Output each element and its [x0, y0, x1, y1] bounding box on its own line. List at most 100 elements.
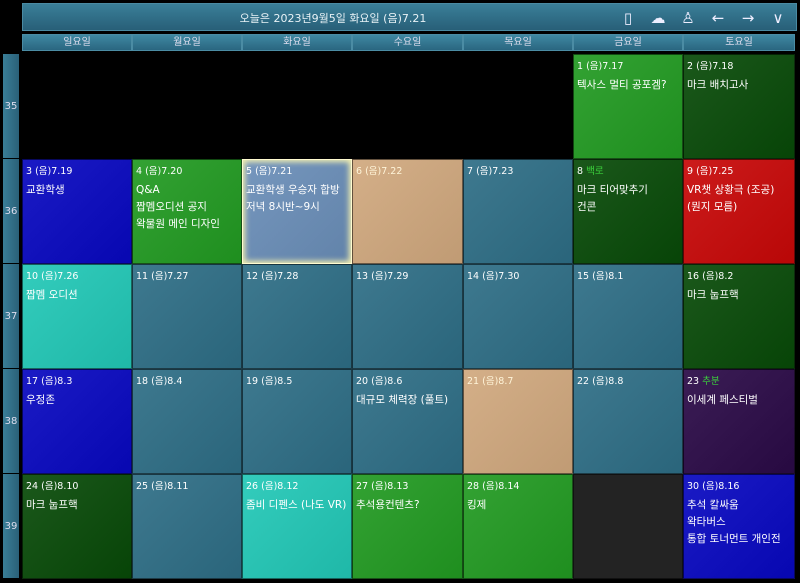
event-item[interactable]: 마크 티어맞추기	[577, 182, 679, 199]
day-header: 16 (음)8.2	[687, 268, 791, 282]
day-number: 19	[246, 376, 259, 387]
event-item[interactable]: 짭멤 오디션	[26, 287, 128, 304]
day-cell[interactable]: 2 (음)7.18 마크 배치고사	[683, 54, 795, 159]
day-header: 1 (음)7.17	[577, 58, 679, 72]
day-number: 16	[687, 271, 700, 282]
week-number: 36	[3, 159, 19, 263]
lunar-date: (음)8.11	[151, 481, 189, 492]
day-cell[interactable]: 7 (음)7.23	[463, 159, 573, 264]
day-cell[interactable]: 16 (음)8.2 마크 눕프핵	[683, 264, 795, 369]
event-item[interactable]: 통합 토너먼트 개인전	[687, 531, 791, 548]
lunar-date: (음)7.23	[476, 166, 514, 177]
day-number: 3	[26, 166, 33, 177]
arrow-left-icon[interactable]: ←	[708, 8, 728, 28]
day-cell[interactable]: 20 (음)8.6 대규모 체력장 (풀트)	[352, 369, 463, 474]
event-item[interactable]: 킹제	[467, 497, 569, 514]
event-item[interactable]: 짭멤오디션 공지	[136, 199, 238, 216]
event-item[interactable]: 대규모 체력장 (풀트)	[356, 392, 459, 409]
day-cell[interactable]	[22, 54, 132, 159]
day-cell[interactable]	[242, 54, 352, 159]
day-cell[interactable]: 13 (음)7.29	[352, 264, 463, 369]
day-cell[interactable]: 3 (음)7.19 교환학생	[22, 159, 132, 264]
day-cell[interactable]: 28 (음)8.14 킹제	[463, 474, 573, 579]
event-item[interactable]: 마크 눕프핵	[687, 287, 791, 304]
day-header: 20 (음)8.6	[356, 373, 459, 387]
event-item[interactable]: 추석 칼싸움	[687, 497, 791, 514]
day-cell[interactable]: 12 (음)7.28	[242, 264, 352, 369]
phone-icon[interactable]: ▯	[618, 8, 638, 28]
lunar-date: (음)7.27	[151, 271, 189, 282]
event-item[interactable]: 교환학생 우승자 합방	[246, 182, 348, 199]
event-item[interactable]: 이세계 페스티벌	[687, 392, 791, 409]
day-cell[interactable]	[352, 54, 463, 159]
day-cell[interactable]: 11 (음)7.27	[132, 264, 242, 369]
event-item[interactable]: 건콘	[577, 199, 679, 216]
day-cell[interactable]: 14 (음)7.30	[463, 264, 573, 369]
day-cell[interactable]: 6 (음)7.22	[352, 159, 463, 264]
day-cell[interactable]: 1 (음)7.17 텍사스 멀티 공포겜?	[573, 54, 683, 159]
event-item[interactable]: 추석용컨텐츠?	[356, 497, 459, 514]
day-number: 15	[577, 271, 590, 282]
weekday-header: 월요일	[132, 34, 242, 51]
day-header: 25 (음)8.11	[136, 478, 238, 492]
day-header: 30 (음)8.16	[687, 478, 791, 492]
day-header: 9 (음)7.25	[687, 163, 791, 177]
event-item[interactable]: VR챗 상황극 (조공)	[687, 182, 791, 199]
event-item[interactable]: 교환학생	[26, 182, 128, 199]
day-header: 24 (음)8.10	[26, 478, 128, 492]
event-item[interactable]: 왁물원 메인 디자인	[136, 216, 238, 233]
day-header: 6 (음)7.22	[356, 163, 459, 177]
day-cell[interactable]: 26 (음)8.12 좀비 디펜스 (나도 VR)	[242, 474, 352, 579]
day-number: 1	[577, 61, 584, 72]
day-number: 28	[467, 481, 480, 492]
day-cell[interactable]: 8 백로마크 티어맞추기 건콘	[573, 159, 683, 264]
lunar-date: (음)8.8	[592, 376, 624, 387]
day-cell[interactable]: 21 (음)8.7	[463, 369, 573, 474]
event-item[interactable]: 저녁 8시반~9시	[246, 199, 348, 216]
chevron-down-icon[interactable]: ∨	[768, 8, 788, 28]
event-item[interactable]: 텍사스 멀티 공포겜?	[577, 77, 679, 94]
day-number: 25	[136, 481, 149, 492]
day-number: 26	[246, 481, 259, 492]
day-number: 6	[356, 166, 363, 177]
event-item[interactable]: 마크 배치고사	[687, 77, 791, 94]
lunar-date: (음)8.14	[482, 481, 520, 492]
day-cell[interactable]: 24 (음)8.10 마크 눕프핵	[22, 474, 132, 579]
lunar-date: (음)7.19	[35, 166, 73, 177]
day-cell[interactable]: 25 (음)8.11	[132, 474, 242, 579]
day-cell[interactable]: 18 (음)8.4	[132, 369, 242, 474]
day-cell[interactable]: 5 (음)7.21 교환학생 우승자 합방 저녁 8시반~9시	[242, 159, 352, 264]
day-cell[interactable]: 9 (음)7.25 VR챗 상황극 (조공) (뭔지 모름)	[683, 159, 795, 264]
day-number: 17	[26, 376, 39, 387]
event-item[interactable]: Q&A	[136, 182, 238, 199]
day-cell[interactable]: 15 (음)8.1	[573, 264, 683, 369]
day-cell[interactable]: 19 (음)8.5	[242, 369, 352, 474]
day-cell[interactable]: 30 (음)8.16 추석 칼싸움 왁타버스 통합 토너먼트 개인전	[683, 474, 795, 579]
event-item[interactable]: 왁타버스	[687, 514, 791, 531]
day-cell[interactable]: 23 추분 이세계 페스티벌	[683, 369, 795, 474]
event-item[interactable]: 우정존	[26, 392, 128, 409]
lunar-date: (음)7.29	[371, 271, 409, 282]
event-item[interactable]: 마크 눕프핵	[26, 497, 128, 514]
cloud-check-icon[interactable]: ☁	[648, 8, 668, 28]
day-cell[interactable]	[463, 54, 573, 159]
day-cell[interactable]: 27 (음)8.13 추석용컨텐츠?	[352, 474, 463, 579]
lunar-date: (음)8.5	[261, 376, 293, 387]
event-item[interactable]: 좀비 디펜스 (나도 VR)	[246, 497, 348, 514]
day-header: 15 (음)8.1	[577, 268, 679, 282]
day-cell[interactable]	[573, 474, 683, 579]
day-header: 21 (음)8.7	[467, 373, 569, 387]
today-label: 오늘은 2023년9월5일 화요일 (음)7.21	[239, 12, 427, 25]
day-cell[interactable]: 22 (음)8.8	[573, 369, 683, 474]
day-header: 7 (음)7.23	[467, 163, 569, 177]
day-header: 8 백로	[577, 163, 679, 177]
day-header: 27 (음)8.13	[356, 478, 459, 492]
day-header: 18 (음)8.4	[136, 373, 238, 387]
day-cell[interactable]: 4 (음)7.20 Q&A 짭멤오디션 공지 왁물원 메인 디자인	[132, 159, 242, 264]
day-cell[interactable]: 17 (음)8.3 우정존	[22, 369, 132, 474]
event-item[interactable]: (뭔지 모름)	[687, 199, 791, 216]
day-cell[interactable]	[132, 54, 242, 159]
user-icon[interactable]: ♙	[678, 8, 698, 28]
arrow-right-icon[interactable]: →	[738, 8, 758, 28]
day-cell[interactable]: 10 (음)7.26 짭멤 오디션	[22, 264, 132, 369]
